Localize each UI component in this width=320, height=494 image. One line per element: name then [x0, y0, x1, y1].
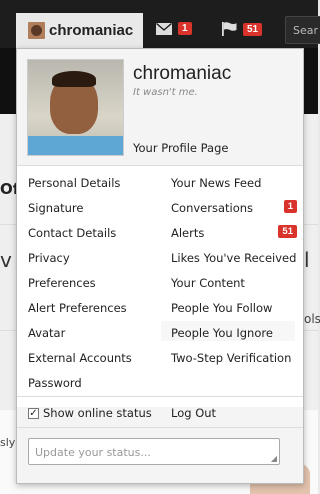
profile-name: chromaniac: [133, 63, 232, 84]
external-accounts-link[interactable]: External Accounts: [28, 351, 132, 365]
account-menu-tab[interactable]: chromaniac: [16, 13, 143, 48]
status-update-input[interactable]: Update your status... ◢: [28, 438, 280, 465]
account-username: chromaniac: [49, 22, 134, 39]
alerts-label: Alerts: [171, 226, 205, 240]
divider: [17, 165, 303, 166]
news-feed-link[interactable]: Your News Feed: [171, 176, 301, 190]
conversations-link[interactable]: Conversations 1: [171, 200, 301, 215]
background-text-fragment: v: [0, 248, 12, 272]
two-step-verification-link[interactable]: Two-Step Verification: [171, 351, 301, 365]
people-you-follow-link[interactable]: People You Follow: [171, 301, 301, 315]
status-update-placeholder: Update your status...: [35, 446, 151, 459]
account-popup-menu: chromaniac It wasn't me. Your Profile Pa…: [16, 48, 304, 484]
likes-received-link[interactable]: Likes You've Received: [171, 251, 301, 265]
divider: [17, 427, 303, 428]
search-input[interactable]: Sear: [285, 16, 320, 44]
people-you-ignore-link[interactable]: People You Ignore: [161, 321, 295, 341]
avatar: [28, 22, 45, 39]
show-online-status-label: Show online status: [43, 406, 152, 420]
show-online-status-checkbox[interactable]: ✓: [28, 407, 39, 419]
divider: [17, 396, 303, 397]
alerts-count-badge: 51: [278, 225, 297, 238]
alerts-count-badge: 51: [243, 22, 263, 36]
envelope-icon: [156, 22, 172, 35]
privacy-link[interactable]: Privacy: [28, 251, 70, 265]
conversations-label: Conversations: [171, 201, 254, 215]
preferences-link[interactable]: Preferences: [28, 276, 96, 290]
background-text-fragment: sly: [0, 436, 16, 449]
inbox-count-badge: 1: [178, 22, 192, 35]
alert-preferences-link[interactable]: Alert Preferences: [28, 301, 127, 315]
contact-details-link[interactable]: Contact Details: [28, 226, 116, 240]
your-content-link[interactable]: Your Content: [171, 276, 301, 290]
profile-avatar[interactable]: [27, 59, 124, 156]
flag-icon: [222, 22, 237, 36]
alerts-link[interactable]: Alerts 51: [171, 225, 301, 240]
resize-handle-icon[interactable]: ◢: [271, 454, 277, 463]
profile-page-link[interactable]: Your Profile Page: [133, 141, 228, 155]
signature-link[interactable]: Signature: [28, 201, 83, 215]
conversations-count-badge: 1: [283, 200, 297, 213]
background-text-fragment: ols: [304, 312, 320, 326]
password-link[interactable]: Password: [28, 376, 82, 390]
avatar-link[interactable]: Avatar: [28, 326, 65, 340]
background-text-fragment: l: [304, 248, 310, 272]
profile-status-message: It wasn't me.: [133, 87, 198, 98]
show-online-status-option[interactable]: ✓ Show online status: [28, 406, 152, 420]
inbox-nav-button[interactable]: 1: [156, 22, 192, 35]
alerts-nav-button[interactable]: 51: [222, 22, 263, 36]
log-out-link[interactable]: Log Out: [171, 406, 216, 420]
personal-details-link[interactable]: Personal Details: [28, 176, 120, 190]
